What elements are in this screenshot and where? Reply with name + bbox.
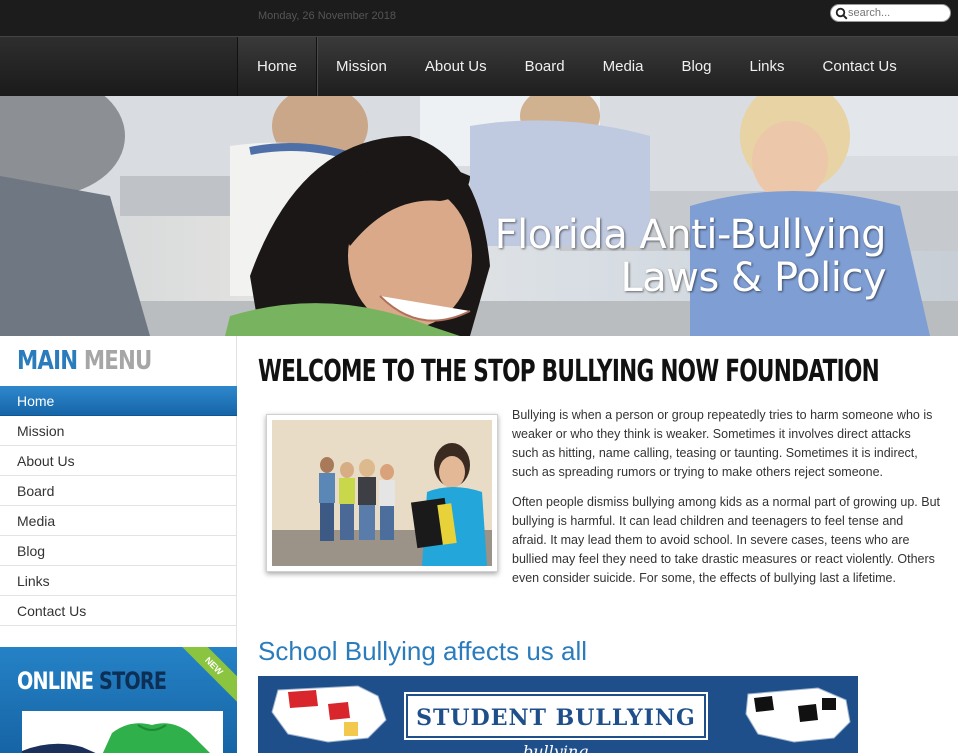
sidebar: MAIN MENU Home Mission About Us Board Me… — [0, 336, 237, 753]
banner-subtitle: bullying — [523, 742, 589, 753]
sidebar-heading-secondary: MENU — [83, 346, 152, 376]
sidebar-item-about-us[interactable]: About Us — [0, 446, 237, 476]
hero-title: Florida Anti-Bullying Laws & Policy — [494, 212, 887, 301]
us-map-left-icon — [271, 685, 387, 743]
nav-item-links[interactable]: Links — [731, 37, 804, 97]
main-nav: Home Mission About Us Board Media Blog L… — [238, 37, 916, 97]
current-date: Monday, 26 November 2018 — [258, 10, 396, 22]
search-icon — [835, 7, 848, 20]
sidebar-heading: MAIN MENU — [17, 346, 152, 376]
intro-text: Bullying is when a person or group repea… — [258, 406, 940, 606]
banner-title-plate: STUDENT BULLYING — [404, 692, 708, 740]
nav-item-contact-us[interactable]: Contact Us — [804, 37, 916, 97]
top-bar: Monday, 26 November 2018 — [0, 0, 958, 36]
store-product-image[interactable] — [22, 711, 223, 753]
store-title: ONLINE STORE — [17, 667, 167, 695]
sidebar-item-contact-us[interactable]: Contact Us — [0, 596, 237, 626]
sidebar-item-mission[interactable]: Mission — [0, 416, 237, 446]
store-title-primary: ONLINE — [17, 667, 94, 695]
hero-title-line-1: Florida Anti-Bullying — [494, 212, 887, 258]
sidebar-menu: Home Mission About Us Board Media Blog L… — [0, 386, 237, 626]
hero-banner: Florida Anti-Bullying Laws & Policy — [0, 96, 958, 336]
nav-item-home[interactable]: Home — [238, 37, 318, 97]
main-content: WELCOME TO THE STOP BULLYING NOW FOUNDAT… — [238, 336, 958, 753]
sidebar-heading-primary: MAIN — [17, 346, 78, 376]
new-ribbon: NEW — [175, 647, 237, 705]
student-bullying-banner[interactable]: STUDENT BULLYING bullying — [258, 676, 858, 753]
search-box[interactable] — [830, 4, 951, 22]
sidebar-item-media[interactable]: Media — [0, 506, 237, 536]
sidebar-item-blog[interactable]: Blog — [0, 536, 237, 566]
nav-item-blog[interactable]: Blog — [662, 37, 730, 97]
online-store-panel[interactable]: NEW ONLINE STORE — [0, 647, 237, 753]
main-nav-bar: Home Mission About Us Board Media Blog L… — [0, 36, 958, 97]
page-title: WELCOME TO THE STOP BULLYING NOW FOUNDAT… — [258, 354, 880, 389]
nav-item-about-us[interactable]: About Us — [406, 37, 506, 97]
nav-item-board[interactable]: Board — [506, 37, 584, 97]
us-map-right-icon — [745, 687, 851, 743]
sidebar-item-links[interactable]: Links — [0, 566, 237, 596]
nav-item-mission[interactable]: Mission — [317, 37, 406, 97]
hero-title-line-2: Laws & Policy — [620, 255, 886, 301]
search-input[interactable] — [848, 6, 946, 20]
nav-item-media[interactable]: Media — [584, 37, 663, 97]
banner-title: STUDENT BULLYING — [416, 705, 696, 731]
nav-logo-area — [0, 37, 238, 97]
store-title-secondary: STORE — [99, 667, 167, 695]
sidebar-item-board[interactable]: Board — [0, 476, 237, 506]
sidebar-item-home[interactable]: Home — [0, 386, 237, 416]
tshirts-image — [22, 723, 210, 753]
section-heading: School Bullying affects us all — [258, 636, 588, 666]
